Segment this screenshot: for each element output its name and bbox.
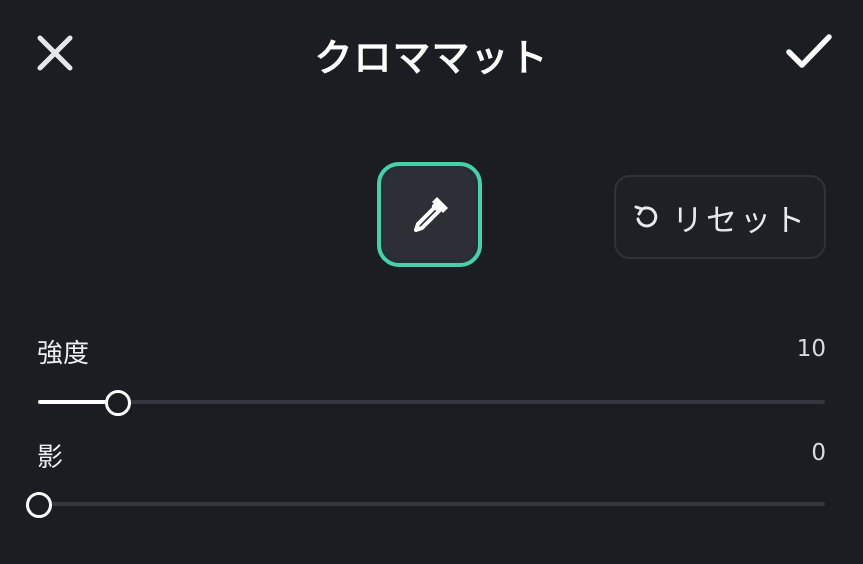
check-icon xyxy=(786,34,832,68)
color-picker-button[interactable] xyxy=(377,162,482,267)
strength-value: 10 xyxy=(796,336,826,362)
shadow-label: 影 xyxy=(37,443,64,473)
shadow-value: 0 xyxy=(811,440,826,466)
reset-button[interactable]: リセット xyxy=(614,175,826,259)
reset-icon xyxy=(634,205,658,228)
eyedropper-icon xyxy=(413,196,448,232)
page-title: クロママット xyxy=(314,36,549,80)
shadow-slider[interactable] xyxy=(26,491,825,518)
strength-slider[interactable] xyxy=(38,389,825,416)
color-picker-inner xyxy=(384,169,475,260)
strength-label: 強度 xyxy=(37,339,90,369)
slider-track xyxy=(38,502,825,506)
chroma-key-panel: クロママット リセット 強度 10 影 0 xyxy=(0,0,863,564)
confirm-button[interactable] xyxy=(782,24,836,78)
reset-label: リセット xyxy=(672,202,808,239)
slider-track xyxy=(38,400,825,404)
slider-thumb[interactable] xyxy=(104,390,131,416)
slider-thumb[interactable] xyxy=(26,492,52,518)
